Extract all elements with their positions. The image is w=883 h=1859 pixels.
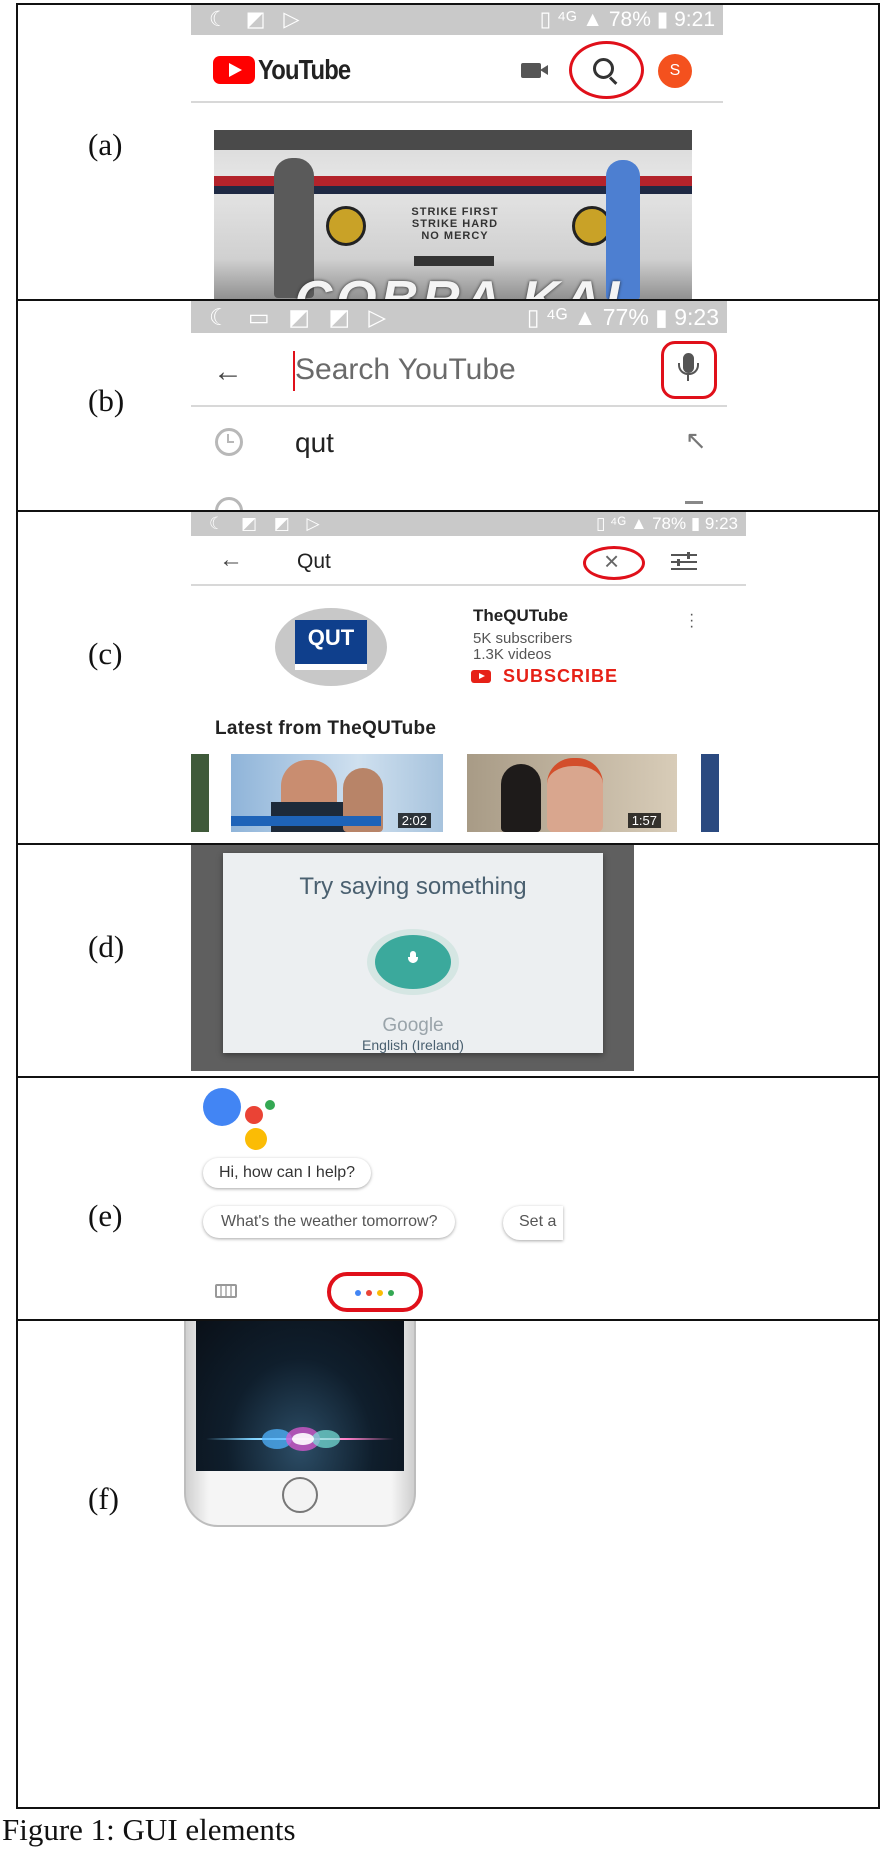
status-bar: ☾ ▭ ◩ ◩ ▷ ▯ ⁴ᴳ ▲ 77% ▮ 9:23: [191, 301, 727, 333]
youtube-results-screenshot: ☾ ◩ ◩ ▷ ▯ ⁴ᴳ ▲ 78% ▮ 9:23 ← Qut × QUT Th…: [191, 512, 746, 843]
status-icons-left: ☾ ◩ ▷: [209, 8, 306, 31]
history-icon: [215, 497, 243, 510]
siri-waveform: [206, 1427, 394, 1451]
row-label-c: (c): [88, 636, 123, 671]
clear-search-icon[interactable]: ×: [604, 546, 619, 577]
microphone-icon[interactable]: [678, 353, 699, 381]
home-button[interactable]: [282, 1477, 318, 1513]
status-icons-left: ☾ ▭ ◩ ◩ ▷: [209, 304, 393, 330]
history-item[interactable]: qut: [295, 427, 334, 459]
youtube-search-screenshot: ☾ ▭ ◩ ◩ ▷ ▯ ⁴ᴳ ▲ 77% ▮ 9:23 ← Search You…: [191, 301, 727, 510]
channel-avatar[interactable]: QUT: [275, 608, 387, 686]
row-e: (e) Hi, how can I help? What's the weath…: [18, 1078, 878, 1321]
duration-badge: 2:02: [397, 813, 431, 828]
section-title: Latest from TheQUTube: [215, 718, 437, 739]
figure-table: (a) ☾ ◩ ▷ ▯ ⁴ᴳ ▲ 78% ▮ 9:21 YouTube S ST…: [16, 3, 880, 1809]
status-right: ▯ ⁴ᴳ ▲ 78% ▮ 9:23: [595, 514, 738, 533]
voice-prompt: Try saying something: [299, 873, 527, 900]
siri-screenshot: [180, 1321, 420, 1531]
row-label-e: (e): [88, 1198, 123, 1233]
search-query[interactable]: Qut: [297, 550, 331, 574]
fill-query-arrow-icon[interactable]: ↖: [685, 425, 707, 456]
back-arrow-icon[interactable]: ←: [219, 546, 243, 574]
row-b: (b) ☾ ▭ ◩ ◩ ▷ ▯ ⁴ᴳ ▲ 77% ▮ 9:23 ← Search…: [18, 301, 878, 512]
video-count: 1.3K videos: [473, 646, 552, 663]
voice-language[interactable]: English (Ireland): [223, 1037, 603, 1053]
video-thumbnail-partial[interactable]: [191, 754, 209, 832]
figure-caption: Figure 1: GUI elements: [2, 1812, 296, 1847]
assistant-greeting: Hi, how can I help?: [203, 1158, 372, 1188]
row-a: (a) ☾ ◩ ▷ ▯ ⁴ᴳ ▲ 78% ▮ 9:21 YouTube S ST…: [18, 5, 878, 301]
search-divider: [191, 405, 727, 407]
avatar[interactable]: S: [658, 54, 692, 88]
youtube-wordmark: YouTube: [258, 54, 351, 85]
header-divider: [191, 584, 746, 586]
voice-dialog: Try saying something Google English (Ire…: [223, 853, 603, 1053]
microphone-button[interactable]: [375, 935, 451, 989]
video-camera-icon[interactable]: [521, 63, 548, 78]
iphone-screen: [196, 1321, 404, 1471]
google-voice-screenshot: Try saying something Google English (Ire…: [191, 845, 634, 1071]
filter-icon[interactable]: [671, 552, 697, 570]
row-label-f: (f): [88, 1481, 119, 1516]
youtube-home-screenshot: ☾ ◩ ▷ ▯ ⁴ᴳ ▲ 78% ▮ 9:21 YouTube S STRIKE…: [191, 5, 723, 299]
subscribe-button[interactable]: SUBSCRIBE: [471, 666, 618, 687]
video-thumbnail[interactable]: 1:57: [467, 754, 677, 832]
duration-badge: 1:57: [627, 813, 661, 828]
more-options-icon[interactable]: · · ·: [689, 607, 695, 635]
assistant-dots-icon[interactable]: [355, 1290, 395, 1296]
row-f: (f): [18, 1321, 878, 1807]
title-art: COBRA KAI: [294, 270, 624, 299]
google-assistant-screenshot: Hi, how can I help? What's the weather t…: [191, 1078, 591, 1318]
search-icon[interactable]: [593, 58, 618, 85]
search-input[interactable]: Search YouTube: [295, 353, 516, 387]
back-arrow-icon[interactable]: ←: [213, 355, 243, 389]
wall-text: STRIKE FIRST STRIKE HARD NO MERCY: [411, 206, 499, 242]
channel-name[interactable]: TheQUTube: [473, 606, 568, 626]
row-label-d: (d): [88, 929, 125, 964]
suggestion-chip[interactable]: Set a: [503, 1206, 563, 1240]
row-c: (c) ☾ ◩ ◩ ▷ ▯ ⁴ᴳ ▲ 78% ▮ 9:23 ← Qut × QU…: [18, 512, 878, 845]
youtube-logo[interactable]: YouTube: [213, 54, 367, 85]
fill-query-arrow-icon[interactable]: [685, 501, 703, 504]
history-icon: [215, 428, 243, 456]
row-label-a: (a): [88, 127, 123, 162]
status-right: ▯ ⁴ᴳ ▲ 78% ▮ 9:21: [539, 8, 715, 31]
suggestion-chip[interactable]: What's the weather tomorrow?: [203, 1206, 456, 1238]
video-thumbnail[interactable]: 2:02: [231, 754, 443, 832]
subscribe-label: SUBSCRIBE: [503, 666, 619, 686]
row-d: (d) Try saying something Google English …: [18, 845, 878, 1078]
assistant-logo-icon: [203, 1088, 283, 1150]
status-right: ▯ ⁴ᴳ ▲ 77% ▮ 9:23: [526, 304, 719, 330]
qut-logo: QUT: [295, 620, 367, 670]
subscriber-count: 5K subscribers: [473, 630, 573, 647]
youtube-play-icon: [471, 670, 491, 683]
video-thumbnail-partial[interactable]: [701, 754, 719, 832]
bench: [414, 256, 494, 266]
dojo-emblem-icon: [326, 206, 366, 246]
keyboard-icon[interactable]: [215, 1284, 237, 1298]
row-label-b: (b): [88, 383, 125, 418]
header-divider: [191, 101, 723, 103]
suggestion-chip-label: Set a: [519, 1213, 557, 1230]
video-thumbnail[interactable]: STRIKE FIRSTSTRIKE HARDNO MERCY COBRA KA…: [214, 130, 692, 299]
voice-provider: Google: [382, 1015, 444, 1036]
status-bar: ☾ ◩ ◩ ▷ ▯ ⁴ᴳ ▲ 78% ▮ 9:23: [191, 512, 746, 536]
youtube-play-icon: [213, 56, 255, 84]
status-bar: ☾ ◩ ▷ ▯ ⁴ᴳ ▲ 78% ▮ 9:21: [191, 5, 723, 35]
status-icons-left: ☾ ◩ ◩ ▷: [209, 514, 326, 533]
